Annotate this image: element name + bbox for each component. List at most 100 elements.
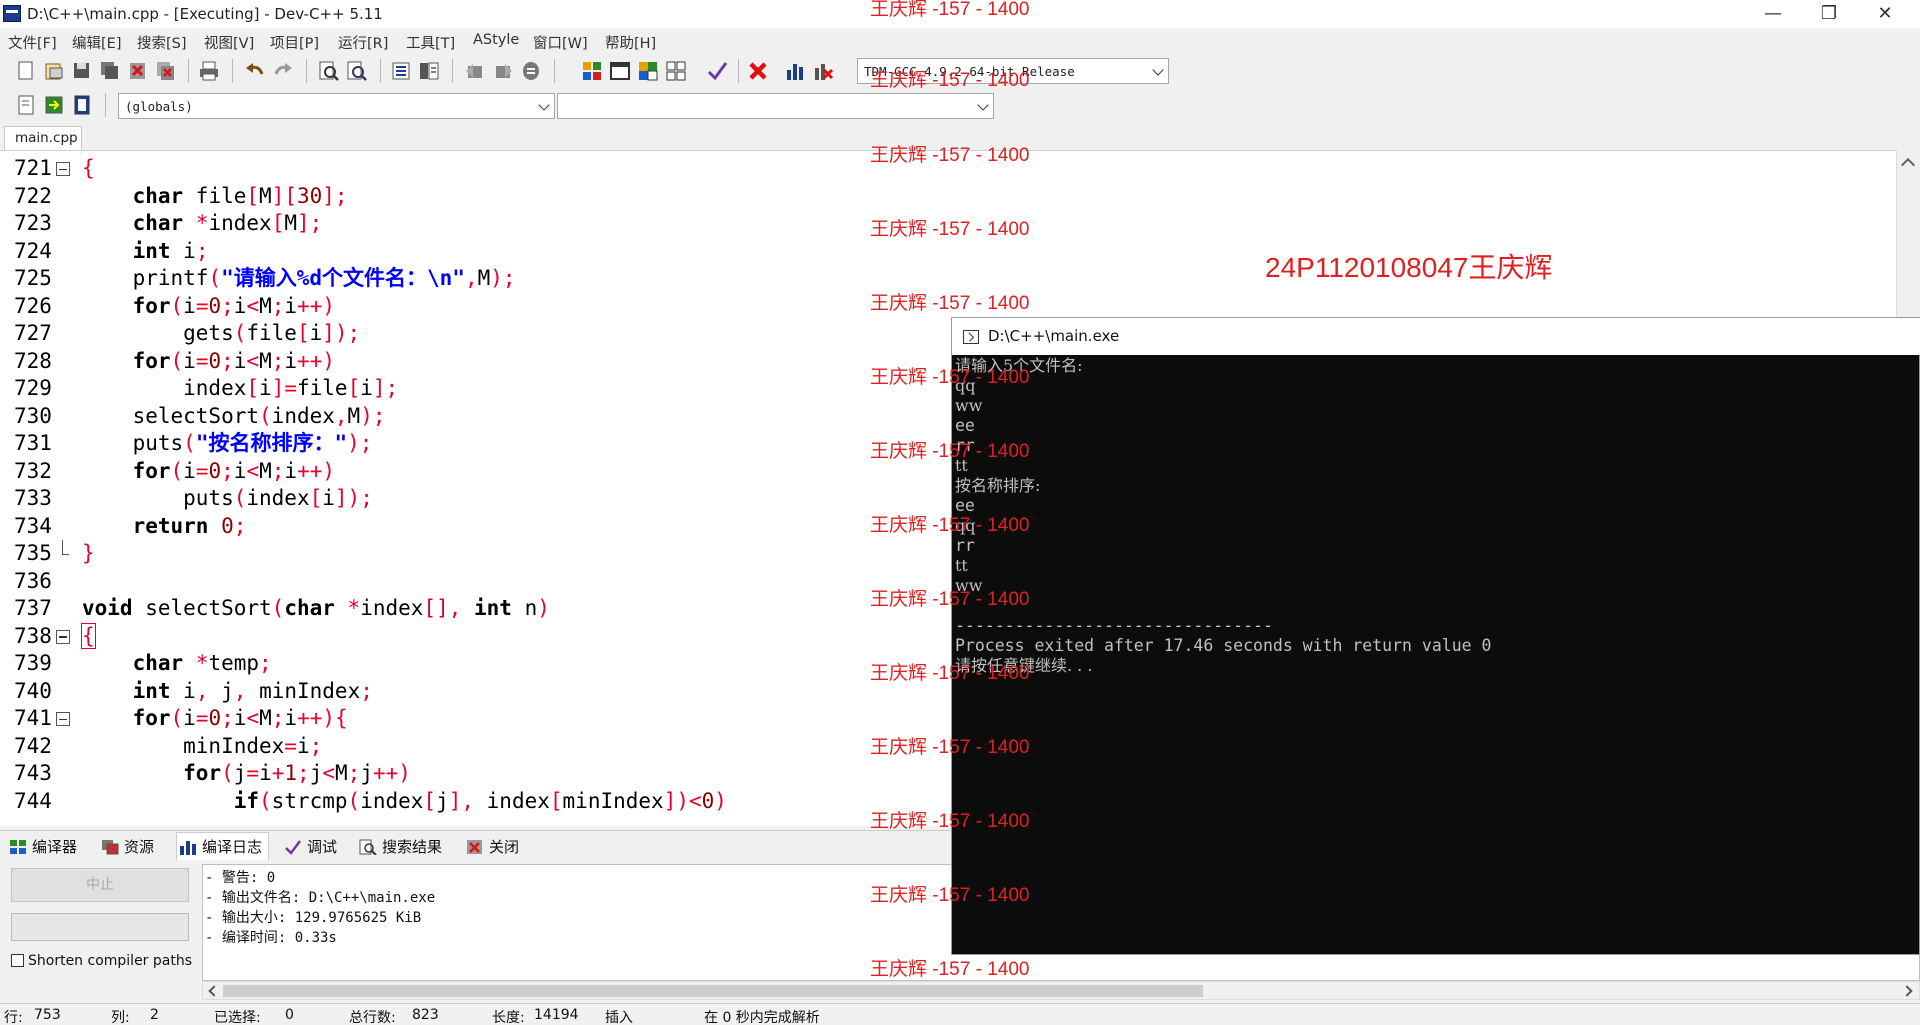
fold-collapse-icon[interactable] [56, 712, 70, 726]
toolbar-separator [306, 59, 307, 83]
search-results-icon [359, 839, 377, 855]
replace-icon[interactable] [346, 60, 368, 82]
goto-bookmark-icon[interactable] [492, 60, 514, 82]
tab-search-results[interactable]: 搜索结果 [359, 836, 442, 860]
line-number: 740 [14, 678, 52, 703]
run-icon[interactable] [609, 60, 631, 82]
shorten-compiler-paths-checkbox[interactable]: Shorten compiler paths [11, 953, 192, 969]
symbol-select[interactable] [557, 93, 994, 119]
console-line: ee [955, 496, 975, 515]
watermark-text: 王庆辉 -157 - 1400 [870, 515, 1030, 536]
code-text: index[i]=file[i]; [82, 376, 399, 400]
tab-close-panel[interactable]: 关闭 [466, 836, 519, 860]
tab-compile-log[interactable]: 编译日志 [176, 832, 270, 861]
code-text: char file[M][30]; [132, 183, 348, 208]
menu-astyle[interactable]: AStyle [473, 32, 519, 48]
code-text: selectSort(index,M); [82, 403, 386, 428]
save-all-icon[interactable] [99, 60, 121, 82]
fold-collapse-icon[interactable] [56, 162, 70, 176]
close-file-icon[interactable] [127, 60, 149, 82]
toggle-bookmark-icon[interactable] [464, 60, 486, 82]
status-length-label: 长度: [492, 1010, 525, 1025]
menu-search[interactable]: 搜索[S] [137, 32, 187, 53]
close-panel-icon [467, 840, 482, 854]
console-line: rr [955, 436, 975, 455]
watermark-text: 王庆辉 -157 - 1400 [870, 293, 1030, 314]
tab-debug-label: 调试 [307, 838, 338, 856]
close-all-icon[interactable] [155, 60, 177, 82]
syntax-check-icon[interactable] [706, 60, 728, 82]
menu-tools[interactable]: 工具[T] [406, 32, 455, 53]
tab-main-cpp[interactable]: main.cpp [4, 126, 82, 150]
indent-icon[interactable] [390, 60, 412, 82]
status-length-value: 14194 [534, 1007, 579, 1023]
delete-profile-icon[interactable] [812, 60, 834, 82]
code-line[interactable]: 724 int i; [0, 238, 1880, 266]
checkbox-box[interactable] [11, 954, 24, 967]
menu-project[interactable]: 项目[P] [270, 32, 319, 53]
tab-resources[interactable]: 资源 [101, 836, 154, 860]
line-number: 723 [14, 211, 52, 235]
line-number: 743 [14, 761, 52, 785]
toolbar-separator [738, 59, 739, 83]
menu-help[interactable]: 帮助[H] [605, 32, 656, 53]
menu-file[interactable]: 文件[F] [8, 32, 57, 53]
minimize-button[interactable]: — [1750, 1, 1796, 27]
goto-declaration-icon[interactable] [43, 94, 65, 116]
find-icon[interactable] [318, 60, 340, 82]
fold-collapse-icon[interactable] [56, 629, 70, 644]
redo-icon[interactable] [272, 60, 294, 82]
goto-line-icon[interactable] [520, 60, 542, 82]
compile-run-icon[interactable] [637, 60, 659, 82]
insert-icon[interactable] [15, 94, 37, 116]
fold-end-marker [62, 540, 69, 555]
toolbar-separator [452, 59, 453, 83]
save-icon[interactable] [71, 60, 93, 82]
tab-compiler[interactable]: 编译器 [9, 836, 77, 860]
menu-view[interactable]: 视图[V] [204, 32, 254, 53]
console-line: rr [955, 536, 975, 555]
new-file-icon[interactable] [15, 60, 37, 82]
line-number: 739 [14, 651, 52, 675]
scrollbar-thumb[interactable] [223, 985, 1203, 997]
chevron-right-icon[interactable] [1901, 985, 1913, 997]
console-window[interactable]: D:\C++\main.exe 请输入5个文件名: qq ww ee rr tt 按名称排序… [951, 317, 1920, 955]
console-app-icon [963, 330, 979, 344]
code-text: for(i=0;i<M;i++) [132, 293, 336, 318]
goto-definition-icon[interactable] [71, 94, 93, 116]
chevron-down-icon [1152, 64, 1164, 76]
code-text: printf("请输入%d个文件名：\n",M); [82, 266, 516, 290]
code-line[interactable]: 722 char file[M][30]; [0, 183, 1880, 211]
scope-select[interactable]: (globals) [118, 93, 555, 119]
console-line: 请输入5个文件名: [955, 356, 1083, 375]
unindent-icon[interactable] [418, 60, 440, 82]
devcpp-app-icon [3, 5, 21, 22]
chevron-up-icon[interactable] [1900, 157, 1916, 173]
line-number: 721 [14, 156, 52, 180]
profile-icon[interactable] [784, 60, 806, 82]
console-line: ww [955, 576, 983, 595]
menu-window[interactable]: 窗口[W] [533, 32, 588, 53]
code-text: int i, j, minIndex; [132, 678, 373, 703]
compile-icon[interactable] [581, 60, 603, 82]
undo-icon[interactable] [244, 60, 266, 82]
console-line: 请按任意键继续. . . [955, 656, 1093, 675]
code-text: int i; [132, 238, 209, 263]
rebuild-all-icon[interactable] [665, 60, 687, 82]
log-horizontal-scrollbar[interactable] [202, 981, 1920, 1000]
stop-execution-icon[interactable] [747, 60, 769, 82]
abort-compilation-button[interactable]: 中止 [11, 868, 189, 902]
tab-debug[interactable]: 调试 [284, 836, 337, 860]
menu-edit[interactable]: 编辑[E] [72, 32, 121, 53]
close-button[interactable]: ✕ [1862, 1, 1908, 27]
print-icon[interactable] [198, 60, 220, 82]
chevron-left-icon[interactable] [208, 985, 220, 997]
open-folder-icon[interactable] [43, 60, 65, 82]
line-number: 730 [14, 403, 52, 428]
restore-button[interactable]: ❐ [1806, 1, 1852, 27]
line-number: 733 [14, 486, 52, 510]
watermark-text: 王庆辉 -157 - 1400 [870, 70, 1030, 91]
code-text: return 0; [132, 513, 247, 538]
code-text: for(i=0;i<M;i++){ [132, 706, 348, 730]
menu-run[interactable]: 运行[R] [338, 32, 388, 53]
